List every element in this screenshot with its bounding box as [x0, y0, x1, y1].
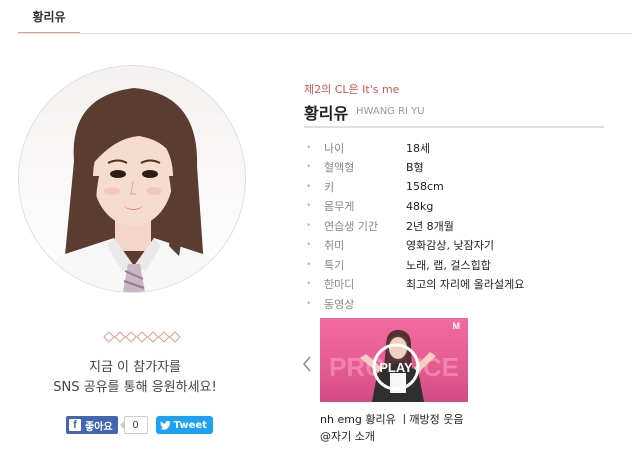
tab-bar: 황리유	[0, 0, 640, 36]
info-value: 158cm	[406, 180, 444, 194]
profile-tagline: 제2의 CL은 It's me	[304, 83, 400, 96]
bullet-icon: •	[306, 162, 312, 173]
bullet-icon: •	[306, 259, 312, 270]
bullet-icon: •	[306, 279, 312, 290]
info-label: 혈액형	[324, 161, 355, 175]
info-value: 18세	[406, 141, 431, 155]
info-value: B형	[406, 161, 424, 175]
tab-profile[interactable]: 황리유	[18, 0, 80, 34]
info-row-weight: • 몸무게 48kg	[304, 197, 624, 217]
info-label: 나이	[324, 141, 345, 155]
info-row-talent: • 특기 노래, 랩, 걸스힙합	[304, 255, 624, 275]
facebook-like-button[interactable]: f 좋아요	[66, 416, 118, 434]
portrait-illustration	[39, 88, 229, 292]
info-label: 한마디	[324, 278, 355, 292]
channel-logo: M	[453, 321, 461, 331]
info-row-comment: • 한마디 최고의 자리에 올라설게요	[304, 275, 624, 295]
support-line-2: SNS 공유를 통해 응원하세요!	[53, 380, 217, 395]
info-label: 연습생 기간	[324, 219, 379, 233]
info-row-age: • 나이 18세	[304, 138, 624, 158]
info-value: 최고의 자리에 올라설게요	[406, 278, 525, 292]
info-row-height: • 키 158cm	[304, 177, 624, 197]
support-line-1: 지금 이 참가자를	[89, 360, 181, 375]
info-divider	[304, 126, 604, 128]
bullet-icon: •	[306, 220, 312, 231]
share-row: f 좋아요 0 Tweet	[66, 416, 213, 434]
video-thumbnail-art: PRODUCE PLAY M	[329, 321, 461, 402]
support-message: 지금 이 참가자를 SNS 공유를 통해 응원하세요!	[40, 358, 230, 398]
bullet-icon: •	[306, 240, 312, 251]
info-row-hobby: • 취미 영화감상, 낮잠자기	[304, 236, 624, 256]
video-caption-line-1: nh emg 황리유 ㅣ깨방정 웃음	[320, 413, 464, 426]
bullet-icon: •	[306, 201, 312, 212]
info-row-trainee-period: • 연습생 기간 2년 8개월	[304, 216, 624, 236]
bullet-icon: •	[306, 142, 312, 153]
twitter-bird-icon	[159, 420, 171, 430]
chevron-left-icon[interactable]	[302, 356, 312, 372]
profile-info-list: • 나이 18세 • 혈액형 B형 • 키 158cm • 몸무게 48kg •…	[304, 138, 624, 314]
tweet-label: Tweet	[173, 419, 207, 431]
info-label: 몸무게	[324, 200, 355, 214]
info-value: 2년 8개월	[406, 219, 454, 233]
video-thumbnail[interactable]: PRODUCE PLAY M	[320, 318, 468, 402]
profile-name: 황리유	[304, 104, 349, 123]
info-value: 48kg	[406, 199, 434, 213]
tab-divider	[18, 33, 632, 34]
info-label: 특기	[324, 258, 345, 272]
like-count: 0	[119, 416, 148, 434]
profile-photo	[18, 65, 246, 293]
info-label: 취미	[324, 239, 345, 253]
play-label: PLAY	[379, 360, 413, 375]
decorative-diamond-line	[103, 331, 181, 343]
info-value: 영화감상, 낮잠자기	[406, 239, 494, 253]
bullet-icon: •	[306, 298, 312, 309]
facebook-icon: f	[69, 419, 81, 431]
bullet-icon: •	[306, 181, 312, 192]
info-row-blood-type: • 혈액형 B형	[304, 158, 624, 178]
info-label: 키	[324, 180, 335, 194]
info-row-video: • 동영상	[304, 294, 624, 314]
profile-name-english: HWANG RI YU	[356, 106, 425, 117]
tweet-button[interactable]: Tweet	[155, 416, 213, 434]
info-value: 노래, 랩, 걸스힙합	[406, 258, 491, 272]
video-caption[interactable]: nh emg 황리유 ㅣ깨방정 웃음 @자기 소개	[320, 411, 520, 445]
video-caption-line-2: @자기 소개	[320, 430, 375, 443]
info-label: 동영상	[324, 297, 355, 311]
facebook-like-label: 좋아요	[85, 421, 113, 433]
